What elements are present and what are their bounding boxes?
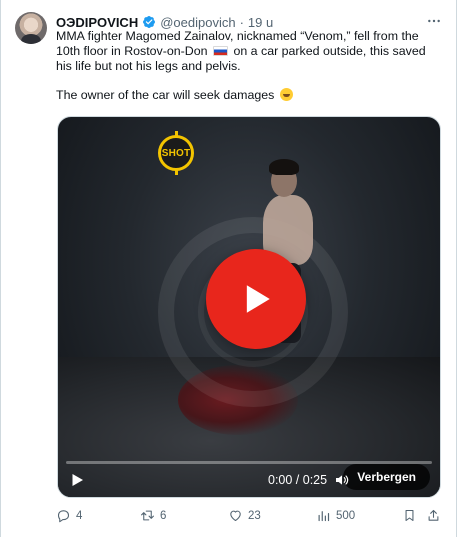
verified-badge-icon[interactable] xyxy=(142,15,156,29)
views-action[interactable]: 500 xyxy=(316,508,355,523)
bookmark-icon xyxy=(405,509,414,522)
views-chart-icon xyxy=(318,511,330,522)
shot-watermark-text: SHOT xyxy=(161,147,191,159)
repost-action[interactable]: 6 xyxy=(140,508,166,523)
volume-icon[interactable] xyxy=(334,472,350,488)
like-action[interactable]: 23 xyxy=(228,508,261,523)
reply-icon xyxy=(57,510,70,523)
shot-watermark-logo: SHOT xyxy=(158,131,194,175)
tweet-timestamp[interactable]: 19 u xyxy=(248,15,273,30)
video-controls: 0:00 / 0:25 xyxy=(58,463,440,497)
share-action[interactable] xyxy=(426,508,441,523)
tweet-paragraph-1: MMA fighter Magomed Zainalov, nicknamed … xyxy=(56,29,444,74)
tweet-paragraph-2: The owner of the car will seek damages xyxy=(56,88,444,103)
play-small-icon[interactable] xyxy=(68,471,86,489)
russia-flag-icon xyxy=(212,46,228,56)
video-player[interactable]: SHOT Verbergen 0:00 / 0:25 xyxy=(57,116,441,498)
tweet-text: MMA fighter Magomed Zainalov, nicknamed … xyxy=(56,29,444,103)
separator-dot: · xyxy=(239,14,244,30)
more-options-icon[interactable] xyxy=(424,11,444,31)
share-icon xyxy=(428,509,439,521)
author-handle[interactable]: @oedipovich xyxy=(160,15,235,30)
avatar[interactable] xyxy=(15,12,47,44)
like-count: 23 xyxy=(248,509,261,522)
laughing-emoji-icon xyxy=(279,88,293,101)
author-name[interactable]: ОЭDIPOVICH xyxy=(56,15,138,30)
tweet-card[interactable]: ОЭDIPOVICH @oedipovich · 19 u MMA fighte… xyxy=(0,0,457,537)
views-count: 500 xyxy=(336,509,356,522)
reply-count: 4 xyxy=(76,509,83,522)
play-button[interactable] xyxy=(206,249,306,349)
tweet-actions: 4 6 23 500 xyxy=(56,508,444,526)
heart-icon xyxy=(230,510,241,522)
bookmark-action[interactable] xyxy=(402,508,417,523)
tweet-text-part-3: The owner of the car will seek damages xyxy=(56,88,275,102)
repost-count: 6 xyxy=(160,509,167,522)
repost-icon xyxy=(141,510,154,521)
reply-action[interactable]: 4 xyxy=(56,508,82,523)
video-time-readout: 0:00 / 0:25 xyxy=(268,473,328,487)
play-icon xyxy=(246,285,270,313)
